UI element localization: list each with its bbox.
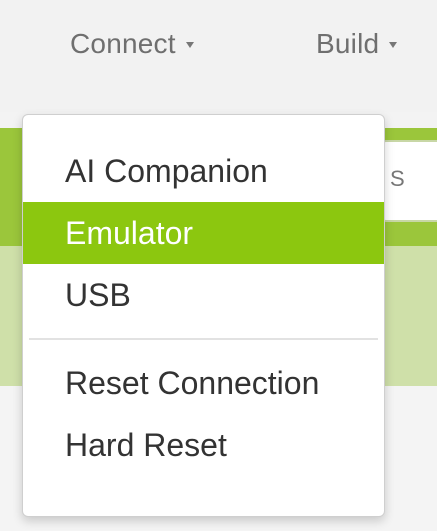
chevron-down-icon	[185, 42, 194, 48]
background-input[interactable]: S	[380, 140, 437, 222]
menu-item-label: AI Companion	[65, 152, 268, 189]
menu-item-hard-reset[interactable]: Hard Reset	[23, 414, 384, 476]
chevron-down-icon	[389, 42, 398, 48]
menu-item-label: Hard Reset	[65, 426, 227, 463]
menu-item-reset-connection[interactable]: Reset Connection	[23, 352, 384, 414]
menu-item-label: Reset Connection	[65, 364, 320, 401]
menu-item-emulator[interactable]: Emulator	[23, 202, 384, 264]
build-menu[interactable]: Build	[316, 28, 398, 60]
menu-divider	[29, 338, 378, 340]
menu-item-label: Emulator	[65, 214, 194, 251]
menu-item-label: USB	[65, 276, 131, 313]
top-menu-bar: Connect Build	[0, 0, 437, 112]
connect-menu-label: Connect	[70, 28, 176, 59]
menu-item-ai-companion[interactable]: AI Companion	[23, 140, 384, 202]
build-menu-label: Build	[316, 28, 380, 59]
menu-item-usb[interactable]: USB	[23, 264, 384, 326]
background-input-text: S	[390, 166, 405, 191]
connect-dropdown-menu: AI Companion Emulator USB Reset Connecti…	[22, 114, 385, 517]
connect-menu[interactable]: Connect	[70, 28, 194, 60]
app-window: Connect Build S AI Companion Emulator US…	[0, 0, 437, 531]
